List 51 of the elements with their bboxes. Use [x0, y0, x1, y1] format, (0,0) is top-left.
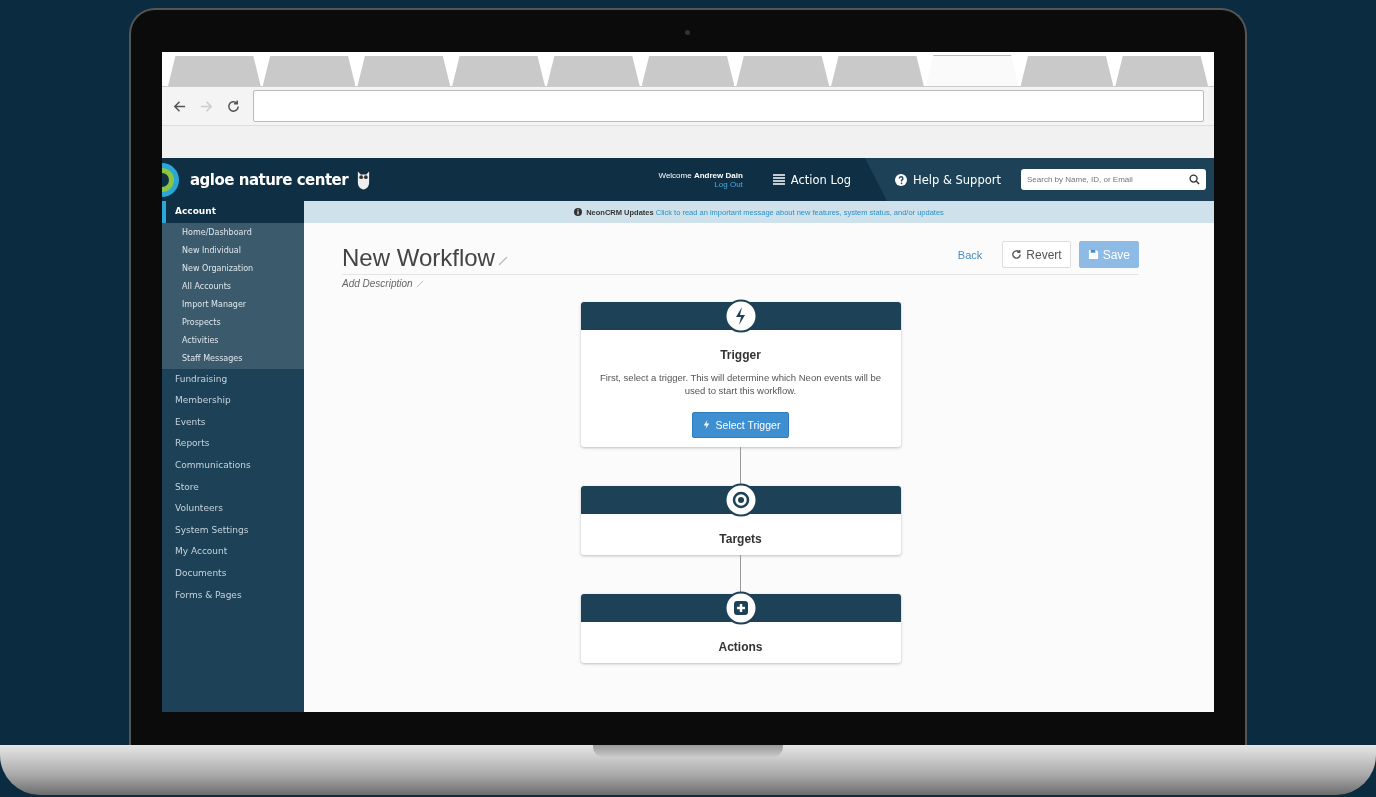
- address-field[interactable]: [253, 90, 1204, 122]
- sidebar-item[interactable]: Events: [162, 411, 304, 434]
- sidebar-item[interactable]: Communications: [162, 454, 304, 477]
- list-icon: [772, 173, 785, 186]
- sidebar-item[interactable]: Membership: [162, 390, 304, 412]
- sidebar-item[interactable]: Store: [162, 476, 304, 499]
- browser-tab[interactable]: [1115, 56, 1209, 86]
- search-icon[interactable]: [1189, 174, 1200, 185]
- browser-tab[interactable]: [452, 56, 545, 86]
- connector-line: [740, 446, 741, 486]
- submenu-item[interactable]: Import Manager: [162, 295, 304, 314]
- step-description: First, select a trigger. This will determine which Neon events will be used to start this workflow.: [598, 371, 883, 398]
- help-link[interactable]: Help & Support: [895, 172, 1001, 187]
- help-icon: [895, 173, 908, 186]
- sidebar-item[interactable]: Documents: [162, 562, 304, 585]
- browser-tab[interactable]: [831, 56, 924, 86]
- submenu-item[interactable]: New Organization: [162, 259, 304, 278]
- sidebar-item[interactable]: Reports: [162, 433, 304, 455]
- page-title: New Workflow: [342, 244, 495, 272]
- sidebar-item[interactable]: Fundraising: [162, 368, 304, 391]
- sidebar-item[interactable]: Forms & Pages: [162, 584, 304, 607]
- revert-button[interactable]: Revert: [1002, 241, 1071, 268]
- browser-tab[interactable]: [168, 56, 261, 86]
- step-title: Actions: [718, 639, 763, 654]
- submenu-item[interactable]: Activities: [162, 331, 304, 350]
- submenu-item[interactable]: New Individual: [162, 241, 304, 260]
- welcome-text: Welcome Andrew Dain: [658, 170, 743, 180]
- sidebar-item[interactable]: My Account: [162, 541, 304, 563]
- logout-link[interactable]: Log Out: [714, 179, 743, 189]
- pencil-icon[interactable]: [497, 256, 508, 266]
- description-placeholder[interactable]: Add Description: [342, 278, 413, 289]
- submenu-item[interactable]: All Accounts: [162, 277, 304, 296]
- pencil-icon[interactable]: [415, 279, 424, 288]
- sidebar-item[interactable]: Account: [162, 201, 304, 223]
- submenu-item[interactable]: Staff Messages: [162, 349, 304, 368]
- back-link[interactable]: Back: [957, 248, 983, 261]
- undo-icon: [1011, 249, 1023, 260]
- search-field[interactable]: Search by Name, ID, or Email: [1021, 169, 1206, 190]
- info-icon: [574, 208, 583, 216]
- browser-tab[interactable]: [546, 56, 640, 86]
- sidebar-item[interactable]: System Settings: [162, 519, 304, 542]
- brand-name: agloe nature center: [190, 170, 349, 189]
- connector-line: [740, 554, 741, 594]
- submenu-item[interactable]: Home/Dashboard: [162, 223, 304, 242]
- action-log-link[interactable]: Action Log: [772, 172, 852, 187]
- step-title: Trigger: [720, 348, 761, 362]
- reload-icon[interactable]: [226, 98, 241, 114]
- camera-icon: [685, 30, 690, 35]
- sidebar-item[interactable]: Volunteers: [162, 498, 304, 520]
- step-title: Targets: [719, 531, 762, 546]
- submenu-item[interactable]: Prospects: [162, 313, 304, 332]
